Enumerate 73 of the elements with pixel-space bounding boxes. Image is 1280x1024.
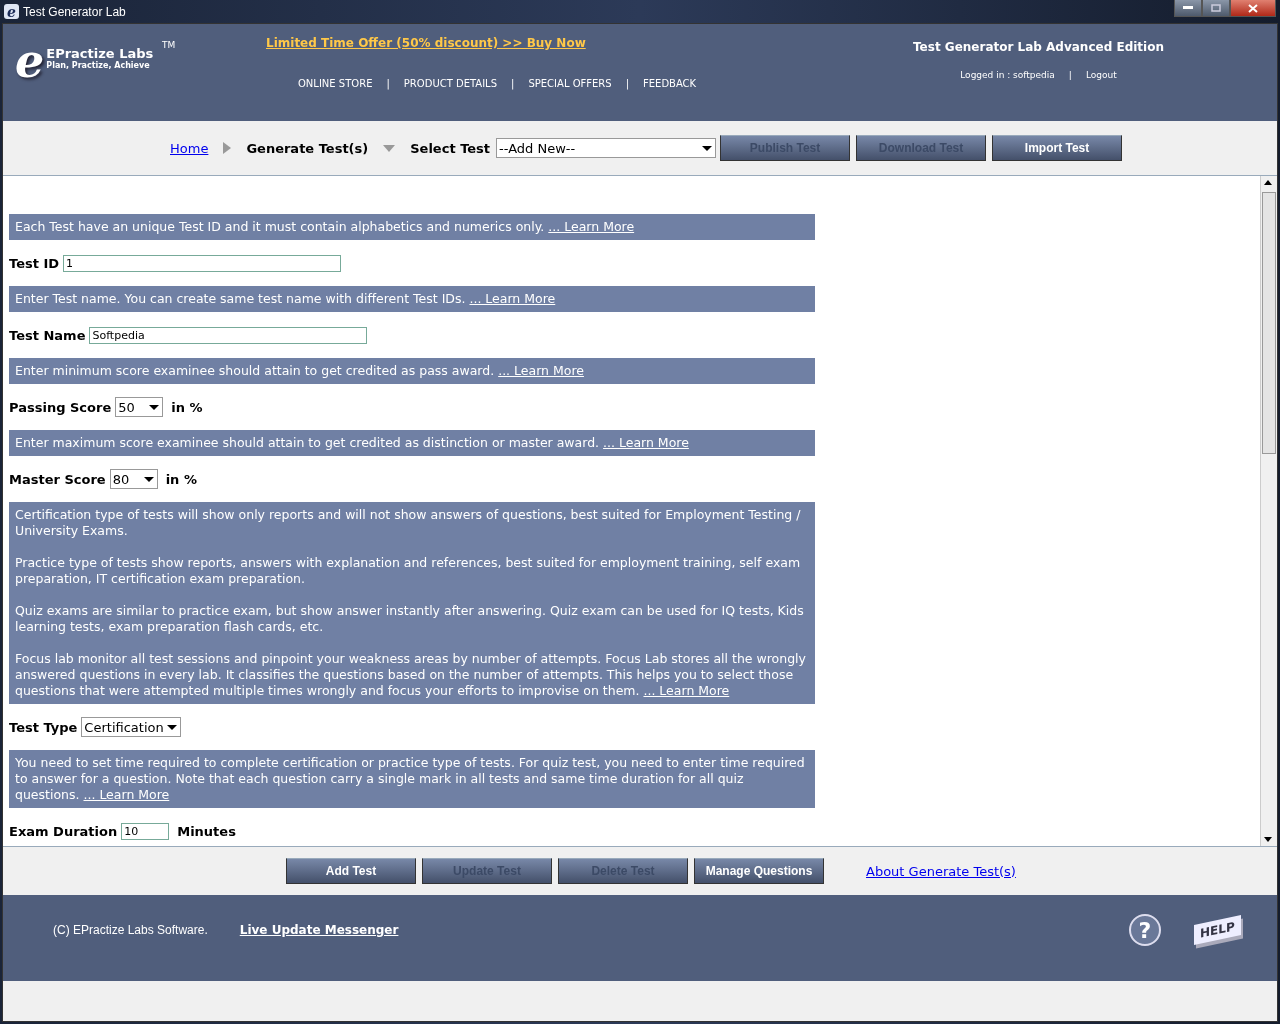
field-label: Test ID: [9, 255, 60, 271]
unit-label: in %: [171, 399, 203, 415]
field-label: Test Name: [9, 327, 86, 343]
dropdown[interactable]: Certification: [81, 717, 182, 737]
logo-letter: e: [15, 38, 45, 84]
trademark-mark: TM: [162, 40, 176, 50]
live-update-link[interactable]: Live Update Messenger: [239, 923, 1097, 937]
input-field[interactable]: Softpedia: [89, 326, 368, 344]
caret-icon: [167, 724, 178, 730]
edition-title: Test Generator Lab Advanced Edition: [913, 40, 1164, 54]
caret-icon: [149, 404, 160, 410]
scrollbar[interactable]: [1260, 176, 1277, 846]
field-label: Passing Score: [9, 399, 112, 415]
action-button[interactable]: Manage Questions: [694, 858, 824, 884]
toolbar-button[interactable]: Import Test: [992, 135, 1123, 161]
field-label: Master Score: [9, 471, 106, 487]
window-title: Test Generator Lab: [23, 4, 127, 19]
maximize-button[interactable]: [1202, 0, 1230, 17]
unit-label: Minutes: [177, 823, 236, 839]
input-field[interactable]: 10: [121, 822, 170, 840]
breadcrumb-arrow-icon: [222, 142, 233, 154]
logged-in-text: Logged in : softpedia: [960, 70, 1055, 80]
maximize-icon: [1211, 4, 1221, 12]
nav-separator: |: [625, 78, 629, 89]
learn-more-link[interactable]: ... Learn More: [83, 787, 170, 802]
input-field[interactable]: 1: [63, 254, 342, 272]
select-test-dropdown[interactable]: --Add New--: [496, 138, 717, 158]
minimize-button[interactable]: [1174, 0, 1202, 17]
help-button[interactable]: HELP: [1194, 915, 1241, 945]
close-button[interactable]: [1230, 0, 1276, 17]
info-paragraph: Enter maximum score examinee should attain to get credited as distinction or master award. ... Learn More: [15, 435, 690, 451]
nav-link[interactable]: PRODUCT DETAILS: [403, 78, 498, 89]
field-label: Exam Duration: [9, 823, 118, 839]
info-paragraph: Enter minimum score examinee should attain to get credited as pass award. ... Learn More: [15, 363, 585, 379]
home-link[interactable]: Home: [170, 140, 209, 156]
field-label: Test Type: [9, 719, 78, 735]
info-paragraph: You need to set time required to complete certification or practice type of tests. For quiz test, you need to enter time required to answer for a question. Note that each question carry a single mark in all tests and same time duration for all quiz questions. ... Learn More: [15, 755, 806, 803]
info-paragraph: Enter Test name. You can create same test name with different Test IDs. ... Learn More: [15, 291, 557, 307]
caret-icon: [143, 476, 154, 482]
unit-label: in %: [165, 471, 197, 487]
learn-more-link[interactable]: ... Learn More: [603, 435, 689, 450]
current-page-title: Generate Test(s): [246, 140, 369, 156]
info-paragraph: Focus lab monitor all test sessions and pinpoint your weakness areas by number of attempts. Focus Lab stores all the wrongly answered questions in every lab. It classifies the questions based on the number of attempts. This helps you to select those questions that were attempted multiple times wrongly and focus your efforts to improvise on them. ... Learn More: [15, 651, 807, 699]
learn-more-link[interactable]: ... Learn More: [643, 683, 730, 698]
learn-more-link[interactable]: ... Learn More: [498, 363, 584, 378]
question-mark-icon[interactable]: ?: [1128, 913, 1163, 947]
caret-icon: [702, 145, 713, 151]
about-link[interactable]: About Generate Test(s): [866, 863, 1016, 879]
nav-link[interactable]: ONLINE STORE: [298, 78, 373, 89]
info-paragraph: Each Test have an unique Test ID and it must contain alphabetics and numerics only. ... Learn More: [15, 219, 636, 235]
copyright-text: (C) EPractize Labs Software.: [53, 923, 208, 937]
separator: |: [1068, 70, 1072, 80]
info-paragraph: Practice type of tests show reports, answers with explanation and references, best suited for employment training, self exam preparation, IT certification exam preparation.: [15, 555, 802, 587]
close-icon: [1248, 3, 1258, 13]
logout-link[interactable]: Logout: [1085, 70, 1117, 80]
breadcrumb-caret-icon: [382, 142, 397, 154]
learn-more-link[interactable]: ... Learn More: [548, 219, 635, 234]
dropdown[interactable]: 50: [115, 397, 164, 417]
info-paragraph: Certification type of tests will show only reports and will not show answers of questions, best suited for Employment Testing / University Exams.: [15, 507, 802, 539]
logo-name: EPractize Labs: [46, 46, 154, 61]
minimize-icon: [1183, 6, 1193, 10]
logo-tagline: Plan, Practize, Achieve: [46, 61, 151, 70]
offer-link[interactable]: Limited Time Offer (50% discount) >> Buy Now: [266, 36, 800, 50]
nav-separator: |: [511, 78, 515, 89]
nav-separator: |: [386, 78, 390, 89]
learn-more-link[interactable]: ... Learn More: [469, 291, 556, 306]
action-button[interactable]: Add Test: [286, 858, 416, 884]
select-test-label: Select Test: [410, 140, 491, 156]
nav-link[interactable]: SPECIAL OFFERS: [528, 78, 612, 89]
nav-link[interactable]: FEEDBACK: [643, 78, 697, 89]
info-paragraph: Quiz exams are similar to practice exam, but show answer instantly after answering. Quiz exam can be used for IQ tests, Kids learning tests, exam preparation flash cards, etc.: [15, 603, 805, 635]
app-icon: e: [4, 4, 19, 19]
dropdown[interactable]: 80: [109, 469, 158, 489]
